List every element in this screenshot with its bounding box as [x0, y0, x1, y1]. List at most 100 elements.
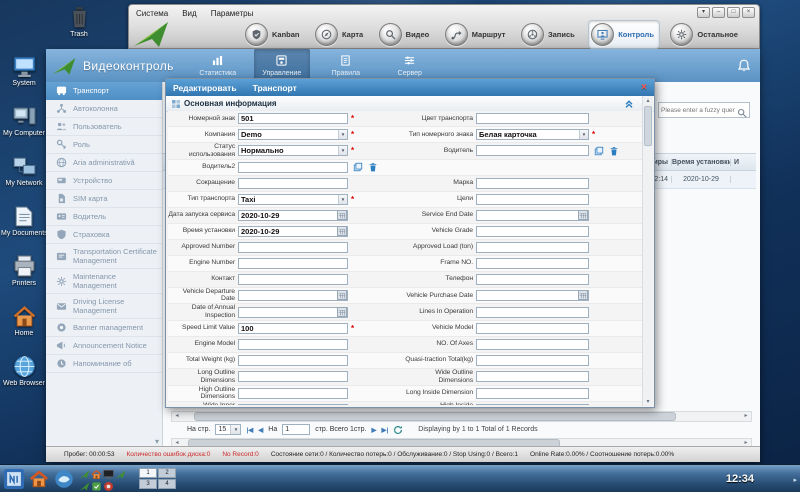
- chevron-down-icon[interactable]: ▼: [579, 130, 588, 139]
- workspace-4[interactable]: 4: [158, 479, 176, 489]
- bell-icon[interactable]: [737, 59, 751, 73]
- field-input-text[interactable]: [476, 323, 589, 334]
- sidebar-item-maintenance[interactable]: Maintenance Management: [46, 269, 162, 294]
- desktop-icon-my-computer[interactable]: My Computer: [1, 104, 47, 137]
- calendar-icon[interactable]: [337, 307, 347, 317]
- field-input-text[interactable]: [476, 242, 589, 253]
- field-input-text[interactable]: [238, 355, 348, 366]
- horizontal-scrollbar[interactable]: ◂ ▸: [171, 411, 752, 422]
- calendar-icon[interactable]: [578, 210, 588, 220]
- sidebar-scroll-down-icon[interactable]: ▾: [155, 437, 159, 446]
- sidebar-item-announcement[interactable]: Announcement Notice: [46, 337, 162, 355]
- field-input-date[interactable]: [476, 210, 589, 221]
- window-minimize-button[interactable]: –: [712, 7, 725, 18]
- nav-video[interactable]: Видео: [377, 21, 435, 48]
- field-input-text[interactable]: [238, 339, 348, 350]
- box-green-icon[interactable]: [91, 479, 102, 490]
- page-number-input[interactable]: 1: [282, 424, 310, 435]
- field-input-date[interactable]: [476, 290, 589, 301]
- sidebar-item-driving-license[interactable]: Driving License Management: [46, 294, 162, 319]
- delete-icon[interactable]: [368, 162, 378, 172]
- field-input-text[interactable]: 100: [238, 323, 348, 334]
- field-input-text[interactable]: [238, 404, 348, 405]
- first-page-icon[interactable]: |◀: [246, 426, 253, 434]
- field-input-text[interactable]: [476, 226, 589, 237]
- field-input-select[interactable]: Нормально▼: [238, 145, 348, 156]
- menu-parameters[interactable]: Параметры: [211, 9, 254, 18]
- field-input-text[interactable]: [476, 274, 589, 285]
- copy-icon[interactable]: [353, 162, 363, 172]
- field-input-text[interactable]: [238, 258, 348, 269]
- nav-kanban[interactable]: Kanban: [243, 21, 305, 48]
- scrollbar-thumb[interactable]: [644, 106, 652, 146]
- field-input-text[interactable]: [238, 178, 348, 189]
- calendar-icon[interactable]: [578, 290, 588, 300]
- horizontal-scrollbar[interactable]: ◂ ▸: [171, 438, 752, 446]
- scroll-right-icon[interactable]: ▸: [741, 439, 751, 446]
- field-input-text[interactable]: [476, 194, 589, 205]
- field-input-text[interactable]: [476, 371, 589, 382]
- window-close-button[interactable]: ×: [742, 7, 755, 18]
- chevron-down-icon[interactable]: ▼: [338, 130, 347, 139]
- field-input-text[interactable]: [238, 162, 348, 173]
- sidebar-item-role[interactable]: Роль: [46, 136, 162, 154]
- arrow-mini-icon[interactable]: [115, 467, 126, 478]
- scroll-down-icon[interactable]: ▾: [643, 398, 653, 405]
- field-input-select[interactable]: Белая карточка▼: [476, 129, 589, 140]
- window-menu-button[interactable]: ▾: [697, 7, 710, 18]
- workspace-2[interactable]: 2: [158, 468, 176, 478]
- sidebar-item-convoy[interactable]: Автоколонна: [46, 100, 162, 118]
- dialog-titlebar[interactable]: Редактировать Транспорт ×: [166, 79, 654, 96]
- menu-system[interactable]: Система: [136, 9, 168, 18]
- calendar-icon[interactable]: [337, 210, 347, 220]
- scroll-left-icon[interactable]: ◂: [172, 412, 182, 421]
- nav-record[interactable]: Запись: [519, 21, 580, 48]
- vertical-scrollbar[interactable]: ▴ ▾: [642, 96, 653, 406]
- scrollbar-thumb[interactable]: [194, 412, 676, 421]
- refresh-icon[interactable]: [393, 425, 403, 435]
- scroll-left-icon[interactable]: ◂: [172, 439, 182, 446]
- field-input-text[interactable]: [238, 371, 348, 382]
- page-size-select[interactable]: 15 ▼: [215, 424, 241, 435]
- fuzzy-search-box[interactable]: [658, 102, 750, 118]
- sidebar-item-transport[interactable]: Транспорт: [46, 82, 162, 100]
- record-red-icon[interactable]: [103, 479, 114, 490]
- menu-view[interactable]: Вид: [182, 9, 196, 18]
- sidebar-item-user[interactable]: Пользователь: [46, 118, 162, 136]
- field-input-text[interactable]: [238, 388, 348, 399]
- nav-other[interactable]: Остальное: [668, 21, 743, 48]
- chevron-down-icon[interactable]: ▼: [230, 425, 240, 434]
- field-input-select[interactable]: Demo▼: [238, 129, 348, 140]
- field-input-text[interactable]: [238, 242, 348, 253]
- screen-icon[interactable]: [103, 467, 114, 478]
- sidebar-item-banner[interactable]: Banner management: [46, 319, 162, 337]
- sidebar-item-device[interactable]: Устройство: [46, 172, 162, 190]
- taskbar-app-icon[interactable]: [54, 469, 74, 489]
- desktop-icon-my-documents[interactable]: My Documents: [1, 204, 47, 237]
- collapse-icon[interactable]: [624, 99, 634, 109]
- field-input-text[interactable]: 501: [238, 113, 348, 124]
- field-input-text[interactable]: [476, 145, 589, 156]
- field-input-date[interactable]: 2020-10-29: [238, 226, 348, 237]
- home-small-icon[interactable]: [91, 467, 102, 478]
- field-input-text[interactable]: [476, 258, 589, 269]
- field-input-text[interactable]: [476, 113, 589, 124]
- field-input-date[interactable]: [238, 290, 348, 301]
- field-input-select[interactable]: Taxi▼: [238, 194, 348, 205]
- nav-route[interactable]: Маршрут: [443, 21, 511, 48]
- next-page-icon[interactable]: ▶: [371, 426, 376, 434]
- field-input-text[interactable]: [476, 404, 589, 405]
- field-input-date[interactable]: 2020-10-29: [238, 210, 348, 221]
- taskbar-home-icon[interactable]: [29, 469, 49, 489]
- taskbar-launcher-icon[interactable]: [4, 469, 24, 489]
- desktop-icon-web-browser[interactable]: Web Browser: [1, 354, 47, 387]
- window-maximize-button[interactable]: □: [727, 7, 740, 18]
- desktop-icon-system[interactable]: System: [1, 54, 47, 87]
- chevron-down-icon[interactable]: ▼: [338, 195, 347, 204]
- arrow-mini-icon[interactable]: [79, 479, 90, 490]
- field-input-text[interactable]: [476, 178, 589, 189]
- field-input-text[interactable]: [476, 355, 589, 366]
- calendar-icon[interactable]: [337, 226, 347, 236]
- chevron-down-icon[interactable]: ▼: [338, 146, 347, 155]
- sidebar-item-sim-card[interactable]: SIM карта: [46, 190, 162, 208]
